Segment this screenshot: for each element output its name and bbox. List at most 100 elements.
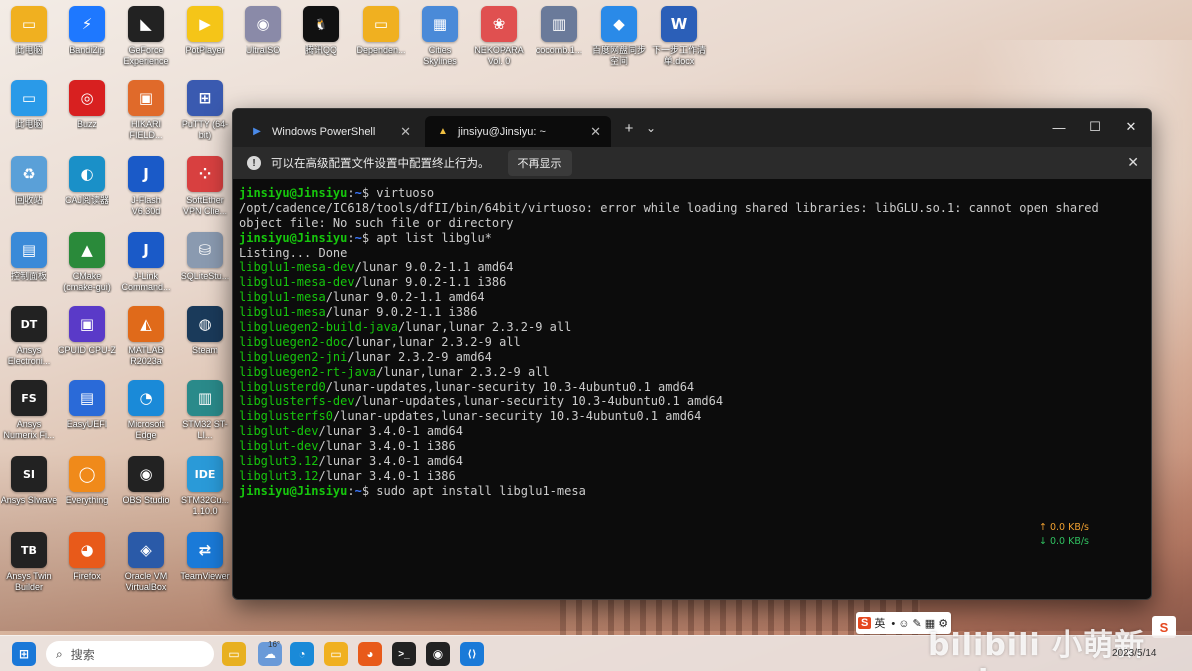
package-details: /lunar,lunar 2.3.2-9 all	[376, 364, 550, 379]
desktop-icon-label: UltraISO	[245, 45, 281, 55]
edge-icon: ◔	[128, 380, 164, 416]
desktop-icon-label: Everything	[65, 495, 109, 505]
minimize-button[interactable]: —	[1041, 115, 1077, 139]
desktop-icon[interactable]: ◉ OBS Studio	[117, 456, 175, 506]
desktop-icon[interactable]: ◍ Steam	[176, 306, 234, 356]
terminal-icon[interactable]: >_	[392, 642, 416, 666]
terminal-line: libglut3.12/lunar 3.4.0-1 i386	[239, 469, 1145, 484]
desktop-icon-label: 百度网盘同步空间	[591, 45, 646, 66]
desktop-icon-label: NEKOPARA Vol. 0	[474, 45, 524, 66]
desktop-icon[interactable]: ▥ STM32 ST-LI...	[176, 380, 234, 441]
close-tab-icon[interactable]: ✕	[590, 124, 601, 140]
edge-icon[interactable]: ◔	[290, 642, 314, 666]
desktop-icon[interactable]: ▣ HIKARI FIELD...	[117, 80, 175, 141]
tab-ubuntu[interactable]: ▲ jinsiyu@Jinsiyu: ~ ✕	[425, 116, 611, 147]
package-details: /lunar 3.4.0-1 amd64	[318, 424, 463, 439]
desktop-icon[interactable]: ◆ 百度网盘同步空间	[590, 6, 648, 67]
desktop-icon[interactable]: ♻ 回收站	[0, 156, 58, 206]
desktop-icon[interactable]: J J-Link Command...	[117, 232, 175, 293]
desktop-icon[interactable]: 🐧 腾讯QQ	[292, 6, 350, 56]
desktop-icon[interactable]: ▥ cocomb.1...	[530, 6, 588, 56]
desktop-icon[interactable]: ◣ GeForce Experience	[117, 6, 175, 67]
potplayer-icon: ▶	[187, 6, 223, 42]
cpuz-icon: ▣	[69, 306, 105, 342]
tab-dropdown-button[interactable]: ⌄	[639, 116, 663, 140]
desktop-icon-label: Cities Skylines	[423, 45, 457, 66]
desktop-icon[interactable]: ❀ NEKOPARA Vol. 0	[470, 6, 528, 67]
desktop-icon[interactable]: DT Ansys Electroni...	[0, 306, 58, 367]
desktop-icon[interactable]: ◔ Microsoft Edge	[117, 380, 175, 441]
desktop-icon-label: Ansys Twin Builder	[6, 571, 52, 592]
desktop-icon[interactable]: ◭ MATLAB R2023a	[117, 306, 175, 367]
infobar-close-icon[interactable]: ✕	[1127, 154, 1139, 171]
desktop-icon-label: CAJ阅读器	[64, 195, 109, 205]
desktop-icon[interactable]: ◈ Oracle VM VirtualBox	[117, 532, 175, 593]
desktop-icon[interactable]: ◉ UltraISO	[234, 6, 292, 56]
package-name: libgluegen2-jni	[239, 349, 348, 364]
clock-date[interactable]: 2023/5/14	[1112, 648, 1157, 659]
close-window-button[interactable]: ✕	[1113, 115, 1149, 139]
desktop-icon[interactable]: ⚡ BandiZip	[58, 6, 116, 56]
ime-language: 英	[874, 618, 886, 630]
command-text: $ apt list libglu*	[361, 230, 492, 245]
desktop-icon[interactable]: TB Ansys Twin Builder	[0, 532, 58, 593]
info-bar: ! 可以在高级配置文件设置中配置终止行为。 不再显示 ✕	[233, 147, 1151, 179]
command-text: $ virtuoso	[361, 186, 435, 200]
desktop-icon-label: HIKARI FIELD...	[129, 119, 163, 140]
desktop-icon[interactable]: ▭ 此电脑	[0, 80, 58, 130]
close-tab-icon[interactable]: ✕	[400, 124, 411, 140]
package-name: libgluegen2-doc	[239, 334, 348, 349]
search-box[interactable]: ⌕ 搜索	[46, 641, 214, 667]
file-explorer-icon[interactable]: ▭	[222, 642, 246, 666]
ide-icon: IDE	[187, 456, 223, 492]
package-name: libglut-dev	[239, 439, 319, 454]
desktop-icon[interactable]: ◯ Everything	[58, 456, 116, 506]
desktop-icon[interactable]: J J-Flash V6.30d	[117, 156, 175, 217]
new-tab-button[interactable]: +	[617, 116, 641, 140]
desktop-icon[interactable]: ▭ Dependen...	[352, 6, 410, 56]
desktop-icon[interactable]: ◎ Buzz	[58, 80, 116, 130]
desktop-icon[interactable]: ▤ EasyUEFI	[58, 380, 116, 430]
dont-show-again-button[interactable]: 不再显示	[507, 150, 572, 176]
desktop-icon[interactable]: ▤ 控制面板	[0, 232, 58, 282]
desktop-icon[interactable]: SI Ansys SIwave	[0, 456, 58, 506]
desktop-icon[interactable]: ▲ CMake (cmake-gui)	[58, 232, 116, 293]
obs-icon[interactable]: ◉	[426, 642, 450, 666]
desktop-icon[interactable]: ⁘ SoftEther VPN Clie...	[176, 156, 234, 217]
easyuefi-icon: ▤	[69, 380, 105, 416]
desktop-icon[interactable]: FS Ansys Numerix Fi...	[0, 380, 58, 441]
steam-icon: ◍	[187, 306, 223, 342]
maximize-button[interactable]: ☐	[1077, 115, 1113, 139]
desktop-icon-label: GeForce Experience	[123, 45, 169, 66]
desktop-icon[interactable]: IDE STM32Cu... 1.10.0	[176, 456, 234, 517]
tab-powershell[interactable]: ▶ Windows PowerShell ✕	[239, 116, 421, 147]
desktop-icon[interactable]: W 下一步工作清单.docx	[650, 6, 708, 67]
desktop-icon-label: 此电脑	[15, 119, 43, 129]
desktop-icon[interactable]: ▭ 此电脑	[0, 6, 58, 56]
word-icon: W	[661, 6, 697, 42]
desktop-icon[interactable]: ⛁ SQLiteStu...	[176, 232, 234, 282]
prompt-user: jinsiyu@Jinsiyu	[239, 230, 348, 245]
vscode-icon[interactable]: ⟨⟩	[460, 642, 484, 666]
desktop-icon[interactable]: ⇄ TeamViewer	[176, 532, 234, 582]
package-name: libglut-dev	[239, 424, 319, 439]
qq-icon: 🐧	[303, 6, 339, 42]
desktop-icon[interactable]: ◐ CAJ阅读器	[58, 156, 116, 206]
desktop-icon[interactable]: ▶ PotPlayer	[176, 6, 234, 56]
desktop-icon[interactable]: ◕ Firefox	[58, 532, 116, 582]
firefox-icon[interactable]: ◕	[358, 642, 382, 666]
cities-icon: ▦	[422, 6, 458, 42]
disc-icon: ◉	[245, 6, 281, 42]
terminal-line: jinsiyu@Jinsiyu:~$ virtuoso	[239, 186, 1145, 201]
recycle-bin-icon: ♻	[11, 156, 47, 192]
desktop-icon[interactable]: ▦ Cities Skylines	[411, 6, 469, 67]
desktop-icon-label: CPUID CPU-Z	[58, 345, 116, 355]
terminal-output[interactable]: jinsiyu@Jinsiyu:~$ virtuoso/opt/cadence/…	[239, 186, 1145, 599]
desktop-icon[interactable]: ⊞ PuTTY (64-bit)	[176, 80, 234, 141]
folder-icon[interactable]: ▭	[324, 642, 348, 666]
desktop-icon[interactable]: ▣ CPUID CPU-Z	[58, 306, 116, 356]
package-details: /lunar 9.0.2-1.1 amd64	[354, 260, 514, 275]
desktop-icon-label: Ansys SIwave	[0, 495, 58, 505]
desktop-icon-label: EasyUEFI	[66, 419, 108, 429]
start-button[interactable]: ⊞	[12, 642, 36, 666]
